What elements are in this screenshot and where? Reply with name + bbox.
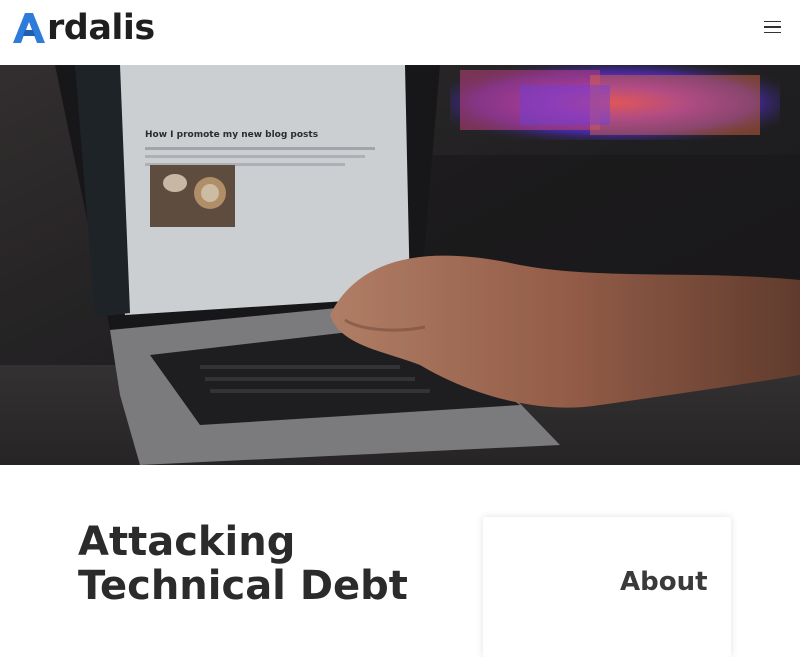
hamburger-menu-icon[interactable] [764, 18, 784, 36]
hero-image: How I promote my new blog posts [0, 65, 800, 465]
about-card: About [483, 517, 731, 657]
site-logo[interactable]: rdalis [12, 8, 155, 48]
laptop-photo: How I promote my new blog posts [0, 65, 800, 465]
logo-text: rdalis [47, 8, 155, 48]
logo-a-icon [13, 13, 45, 43]
site-header: rdalis [0, 0, 800, 65]
about-heading: About [620, 567, 708, 597]
post-title[interactable]: Attacking Technical Debt [78, 520, 438, 608]
main-content: Attacking Technical Debt About [0, 465, 800, 657]
